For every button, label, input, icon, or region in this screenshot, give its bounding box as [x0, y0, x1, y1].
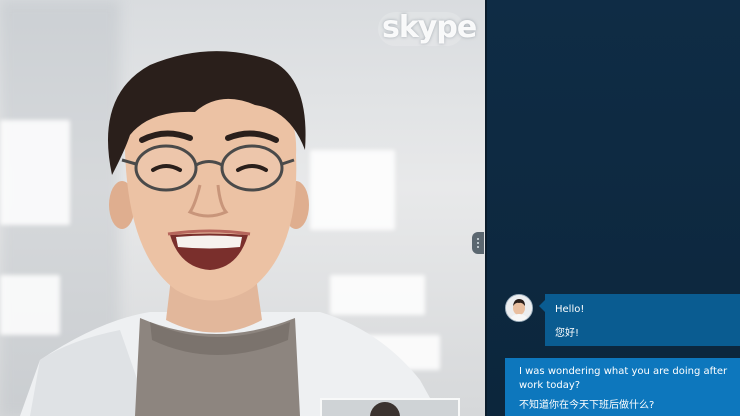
message-text: Hello!: [555, 304, 585, 315]
skype-logo: skype: [382, 10, 477, 45]
message-bubble-incoming: Hello! 您好!: [539, 294, 740, 346]
message-text: I was wondering what you are doing after…: [519, 366, 728, 391]
self-view-video[interactable]: [320, 398, 460, 416]
self-view-person: [370, 402, 400, 416]
remote-video-feed[interactable]: skype: [0, 0, 485, 416]
message-bubble-outgoing: I was wondering what you are doing after…: [505, 358, 740, 416]
message-translation: 不知道你在今天下班后做什么?: [519, 400, 655, 411]
panel-resize-handle[interactable]: [472, 232, 484, 254]
skype-call-window: skype Hello! 您好! I was wondering what yo…: [0, 0, 740, 416]
caller-person: [20, 51, 440, 416]
contact-avatar[interactable]: [505, 294, 533, 322]
message-translation: 您好!: [555, 328, 580, 339]
contact-avatar-image: [506, 295, 532, 321]
chat-panel: Hello! 您好! I was wondering what you are …: [485, 0, 740, 416]
